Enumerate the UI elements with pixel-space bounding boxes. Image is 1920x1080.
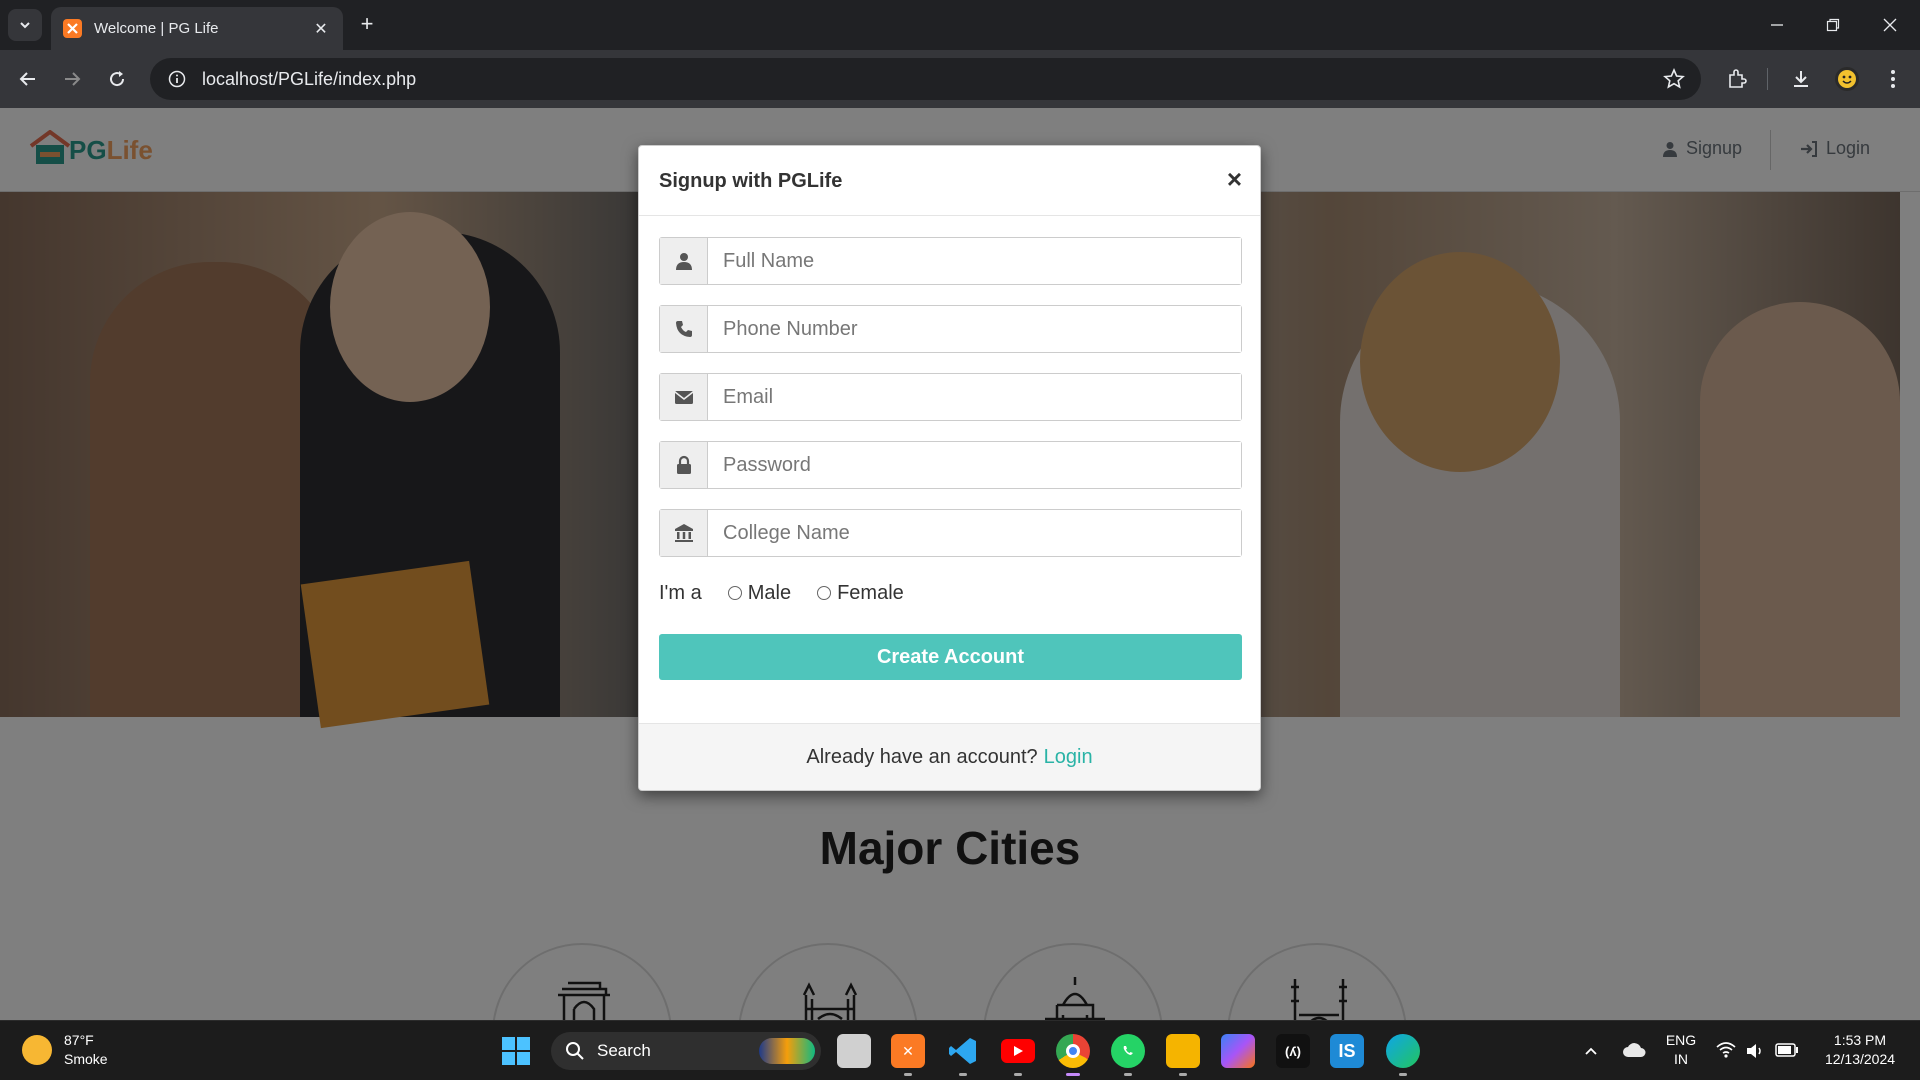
browser-menu-icon[interactable] [1878, 64, 1908, 94]
xampp-favicon-icon [63, 19, 82, 38]
clock[interactable]: 1:53 PM 12/13/2024 [1812, 1031, 1908, 1069]
phone-icon [660, 306, 708, 352]
wifi-icon[interactable] [1716, 1041, 1736, 1059]
back-button[interactable] [13, 64, 43, 94]
search-label: Search [597, 1041, 651, 1060]
gender-selector: I'm a Male Female [659, 578, 904, 608]
clock-time: 1:53 PM [1833, 1032, 1887, 1048]
password-input[interactable] [708, 442, 1241, 488]
male-radio[interactable] [727, 586, 742, 600]
weather-widget[interactable]: 87°F Smoke [22, 1031, 108, 1069]
college-field [659, 509, 1242, 557]
modal-title: Signup with PGLife [659, 170, 843, 192]
female-radio[interactable] [817, 586, 832, 600]
tab-title: Welcome | PG Life [94, 20, 219, 37]
forward-button[interactable] [57, 64, 87, 94]
modal-close-button[interactable]: × [1227, 166, 1242, 192]
create-account-button[interactable]: Create Account [659, 634, 1242, 680]
gender-label: I'm a [659, 581, 702, 604]
college-name-input[interactable] [708, 510, 1241, 556]
toolbar-divider [1767, 68, 1768, 90]
full-name-field [659, 237, 1242, 285]
vscode-app-icon[interactable] [946, 1034, 980, 1068]
taskbar-search[interactable]: Search [551, 1032, 821, 1070]
browser-tabbar: Welcome | PG Life ✕ + [0, 0, 1920, 50]
modal-header: Signup with PGLife × [639, 146, 1260, 216]
search-icon [566, 1042, 584, 1060]
downloads-icon[interactable] [1786, 64, 1816, 94]
file-explorer-icon[interactable] [1166, 1034, 1200, 1068]
youtube-app-icon[interactable] [1001, 1039, 1035, 1063]
chevron-down-icon [20, 22, 30, 29]
xampp-app-icon[interactable]: ✕ [891, 1034, 925, 1068]
tab-search-button[interactable] [8, 9, 42, 41]
phone-number-input[interactable] [708, 306, 1241, 352]
whatsapp-app-icon[interactable] [1111, 1034, 1145, 1068]
close-icon [1883, 18, 1897, 32]
email-field [659, 373, 1242, 421]
close-window-button[interactable] [1870, 10, 1910, 40]
restore-icon [1826, 18, 1840, 32]
windows-start-icon[interactable] [502, 1037, 530, 1065]
lock-icon [660, 442, 708, 488]
male-radio-label[interactable]: Male [748, 582, 791, 605]
site-info-icon[interactable] [166, 68, 188, 90]
language-indicator[interactable]: ENG IN [1662, 1031, 1700, 1069]
signup-modal: Signup with PGLife × Full Name Phone Num… [638, 145, 1261, 791]
address-bar[interactable]: localhost/PGLife/index.php [150, 58, 1701, 100]
edge-app-icon[interactable] [1386, 1034, 1420, 1068]
browser-tab-active[interactable]: Welcome | PG Life ✕ [51, 7, 343, 50]
female-radio-label[interactable]: Female [837, 582, 904, 605]
restore-button[interactable] [1813, 10, 1853, 40]
page-content: PGLife Signup Login Major Cities [0, 108, 1920, 1020]
sun-haze-icon [22, 1035, 52, 1065]
arrow-left-icon [19, 72, 35, 86]
copilot-app-icon[interactable] [1221, 1034, 1255, 1068]
region-code: IN [1674, 1051, 1688, 1067]
search-highlight-image [759, 1038, 815, 1064]
profile-avatar[interactable] [1832, 64, 1862, 94]
reload-icon [110, 71, 125, 87]
volume-icon[interactable] [1745, 1042, 1765, 1060]
bookmark-star-icon[interactable] [1663, 67, 1685, 95]
arrow-right-icon [65, 72, 81, 86]
email-input[interactable] [708, 374, 1241, 420]
bank-icon [660, 510, 708, 556]
envelope-icon [660, 374, 708, 420]
windows-taskbar: 87°F Smoke Search ✕ (ʎ) IS ENG IN 1:53 P [0, 1020, 1920, 1080]
browser-toolbar: localhost/PGLife/index.php [0, 50, 1920, 108]
language-code: ENG [1665, 1032, 1697, 1048]
user-icon [660, 238, 708, 284]
url-text: localhost/PGLife/index.php [202, 68, 417, 89]
task-view-icon[interactable] [837, 1034, 871, 1068]
new-tab-button[interactable]: + [354, 12, 380, 38]
minimize-button[interactable] [1757, 10, 1797, 40]
chevron-up-icon[interactable] [1584, 1044, 1598, 1058]
battery-icon[interactable] [1775, 1043, 1799, 1057]
weather-condition: Smoke [64, 1051, 108, 1067]
footer-login-link[interactable]: Login [1044, 746, 1093, 769]
full-name-input[interactable] [708, 238, 1241, 284]
tab-close-icon[interactable]: ✕ [311, 19, 331, 39]
reload-button[interactable] [102, 64, 132, 94]
weather-temperature: 87°F [64, 1032, 94, 1048]
password-field [659, 441, 1242, 489]
freecodecamp-app-icon[interactable]: (ʎ) [1276, 1034, 1310, 1068]
clock-date: 12/13/2024 [1824, 1051, 1896, 1067]
chrome-app-icon[interactable] [1056, 1034, 1090, 1068]
footer-text: Already have an account? [806, 745, 1038, 768]
modal-footer: Already have an account? Login [639, 723, 1260, 790]
minimize-icon [1771, 24, 1783, 26]
phone-field [659, 305, 1242, 353]
is-app-icon[interactable]: IS [1330, 1034, 1364, 1068]
onedrive-cloud-icon[interactable] [1622, 1042, 1646, 1058]
extensions-icon[interactable] [1722, 64, 1752, 94]
